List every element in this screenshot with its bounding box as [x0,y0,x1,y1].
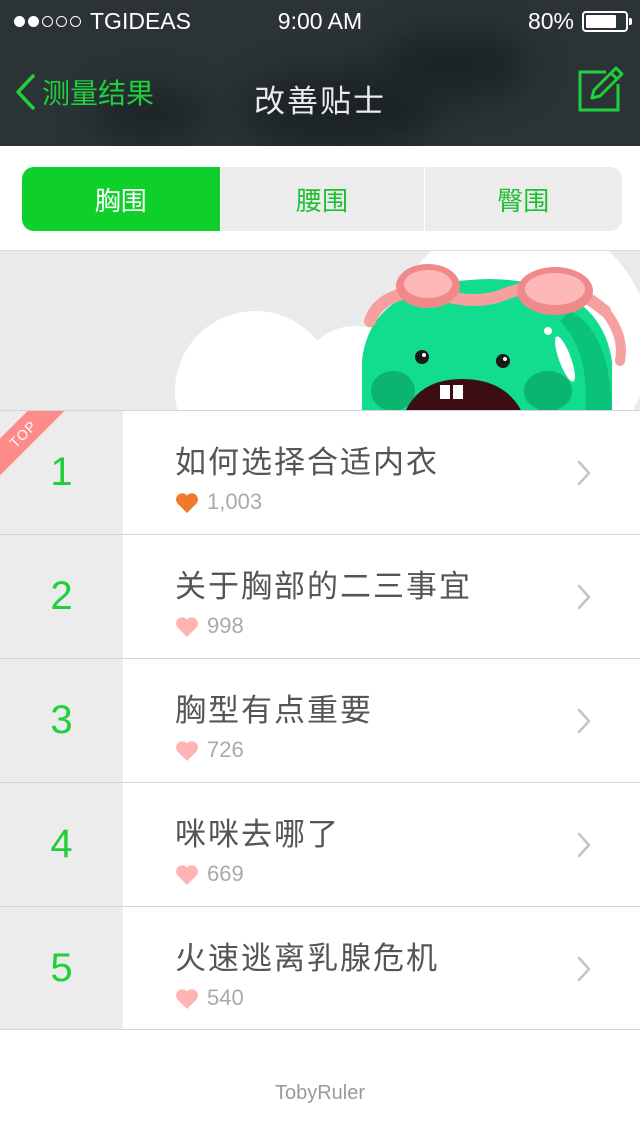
like-count: 669 [175,861,244,887]
segmented-control: 胸围 腰围 臀围 [22,167,622,231]
rank-cell: 3 [0,659,123,782]
list-item-title: 如何选择合适内衣 [175,445,439,481]
footer-credit: TobyRuler [274,1082,366,1104]
status-bar: TGIDEAS 9:00 AM 80% [0,0,640,40]
tab-waist[interactable]: 腰围 [219,167,424,231]
like-count: 998 [175,613,244,639]
battery-percent: 80% [527,8,574,34]
rank-number: 1 [50,450,73,494]
header-bar: TGIDEAS 9:00 AM 80% 测量结果 改善贴士 [0,0,640,146]
chevron-right-icon [577,708,591,734]
edit-icon [578,66,624,112]
battery-icon [582,11,632,32]
list-item[interactable]: 5 火速逃离乳腺危机 540 [0,906,640,1030]
list-item[interactable]: 3 胸型有点重要 726 [0,658,640,782]
list-item-title: 关于胸部的二三事宜 [175,569,472,605]
battery-nub [629,18,632,25]
like-count: 726 [175,737,244,763]
chevron-right-icon [577,956,591,982]
rank-cell: 2 [0,535,123,658]
list-item-title: 火速逃离乳腺危机 [175,941,439,977]
page-title: 改善贴士 [254,84,386,120]
heart-icon [176,864,198,885]
battery-fill [586,15,617,28]
like-count-value: 1,003 [207,489,263,514]
tab-hip[interactable]: 臀围 [423,167,623,231]
heart-icon [176,988,198,1009]
chevron-right-icon [577,460,591,486]
chevron-right-icon [577,584,591,610]
mascot-illustration [175,251,640,411]
list-item-content: 如何选择合适内衣 1,003 [123,411,640,534]
tab-bust[interactable]: 胸围 [22,167,220,231]
rank-number: 2 [50,574,73,618]
heart-icon [176,740,198,761]
list-item-content: 火速逃离乳腺危机 540 [123,907,640,1029]
list-item-title: 胸型有点重要 [175,693,373,729]
list-item-content: 咪咪去哪了 669 [123,783,640,906]
like-count-value: 998 [207,613,244,638]
list-item[interactable]: TOP 1 如何选择合适内衣 1,003 [0,410,640,534]
heart-icon [176,492,198,513]
chevron-right-icon [577,832,591,858]
rank-number: 4 [50,822,73,866]
battery-status: 80% [527,8,632,35]
like-count-value: 726 [207,737,244,762]
heart-icon [176,616,198,637]
like-count-value: 540 [207,985,244,1010]
list-item[interactable]: 4 咪咪去哪了 669 [0,782,640,906]
tips-list: TOP 1 如何选择合适内衣 1,003 2 关于胸部的二三事宜 998 3 胸… [0,410,640,1030]
like-count: 1,003 [175,489,262,515]
list-item-content: 关于胸部的二三事宜 998 [123,535,640,658]
list-item-content: 胸型有点重要 726 [123,659,640,782]
edit-button[interactable] [576,66,624,114]
like-count-value: 669 [207,861,244,886]
rank-number: 5 [50,945,73,990]
list-item-title: 咪咪去哪了 [175,817,340,853]
like-count: 540 [175,985,244,1011]
nav-bar: 测量结果 改善贴士 [0,40,640,146]
rank-cell: TOP 1 [0,411,123,534]
rank-cell: 4 [0,783,123,906]
list-item[interactable]: 2 关于胸部的二三事宜 998 [0,534,640,658]
rank-cell: 5 [0,907,123,1029]
rank-number: 3 [50,698,73,742]
banner-illustration [0,250,640,411]
